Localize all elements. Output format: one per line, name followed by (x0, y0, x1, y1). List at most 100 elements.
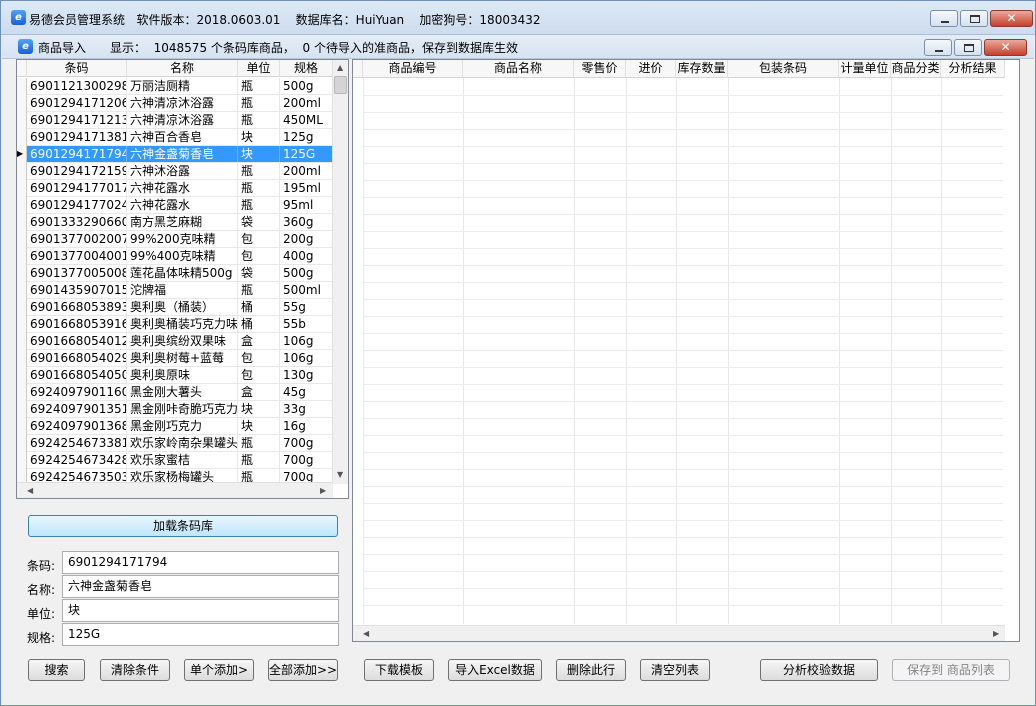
save-to-product-list-button[interactable]: 保存到 商品列表 (892, 659, 1010, 681)
barcode-cell[interactable]: 6901377002007 (27, 231, 127, 247)
column-header-analysis-result[interactable]: 分析结果 (941, 60, 1005, 77)
close-button[interactable]: ✕ (990, 10, 1033, 27)
column-header-retail-price[interactable]: 零售价 (574, 60, 626, 77)
unit-cell[interactable]: 瓶 (238, 112, 280, 128)
name-field[interactable]: 六神金盏菊香皂 (62, 575, 339, 598)
spec-cell[interactable]: 200ml (280, 95, 333, 111)
name-cell[interactable]: 欢乐家岭南杂果罐头 (127, 435, 238, 451)
row-header[interactable] (17, 78, 27, 95)
name-cell[interactable]: 六神百合香皂 (127, 129, 238, 145)
spec-cell[interactable]: 500g (280, 265, 333, 281)
table-row[interactable]: 6901668053916 奥利奥桶装巧克力味桶 55b (17, 316, 333, 333)
unit-cell[interactable]: 瓶 (238, 163, 280, 179)
load-barcode-library-button[interactable]: 加载条码库 (28, 515, 338, 537)
name-cell[interactable]: 奥利奥缤纷双果味 (127, 333, 238, 349)
table-row[interactable]: 6924097901351 黑金刚咔奇脆巧克力块 33g (17, 401, 333, 418)
table-row[interactable]: 6901294177017 六神花露水瓶 195ml (17, 180, 333, 197)
unit-cell[interactable]: 瓶 (238, 78, 280, 94)
barcode-cell[interactable]: 6901121300298 (27, 78, 127, 94)
unit-cell[interactable]: 瓶 (238, 95, 280, 111)
barcode-cell[interactable]: 6901377004001 (27, 248, 127, 264)
column-header-unit[interactable]: 计量单位 (839, 60, 891, 77)
spec-cell[interactable]: 45g (280, 384, 333, 400)
spec-field[interactable]: 125G (62, 623, 339, 646)
name-cell[interactable]: 奥利奥树莓+蓝莓 (127, 350, 238, 366)
name-cell[interactable]: 六神清凉沐浴露 (127, 112, 238, 128)
delete-row-button[interactable]: 删除此行 (556, 659, 626, 681)
table-row[interactable]: 6901668054050 奥利奥原味包 130g (17, 367, 333, 384)
import-excel-button[interactable]: 导入Excel数据 (448, 659, 542, 681)
column-header-name[interactable]: 名称 (127, 60, 238, 77)
spec-cell[interactable]: 55b (280, 316, 333, 332)
column-header-unit[interactable]: 单位 (238, 60, 280, 77)
name-cell[interactable]: 六神金盏菊香皂 (127, 146, 238, 162)
unit-cell[interactable]: 瓶 (238, 197, 280, 213)
name-cell[interactable]: 奥利奥桶装巧克力味 (127, 316, 238, 332)
barcode-cell[interactable]: 6901333290660 (27, 214, 127, 230)
barcode-cell[interactable]: 6901294171213 (27, 112, 127, 128)
barcode-cell[interactable]: 6924097901351 (27, 401, 127, 417)
barcode-library-grid[interactable]: 条码 名称 单位 规格 6901121300298 万丽洁厕精瓶 500g 69012… (16, 59, 349, 499)
column-header-stock-qty[interactable]: 库存数量 (676, 60, 728, 77)
analyze-data-button[interactable]: 分析校验数据 (760, 659, 878, 681)
spec-cell[interactable]: 106g (280, 350, 333, 366)
table-row[interactable]: 6901121300298 万丽洁厕精瓶 500g (17, 78, 333, 95)
right-grid-horizontal-scrollbar[interactable]: ◀ ▶ (353, 625, 1005, 641)
column-header-barcode[interactable]: 条码 (27, 60, 127, 77)
row-header[interactable] (17, 231, 27, 248)
table-row[interactable]: 6901294171381 六神百合香皂块 125g (17, 129, 333, 146)
spec-cell[interactable]: 500g (280, 78, 333, 94)
row-header[interactable] (17, 129, 27, 146)
row-header[interactable] (17, 197, 27, 214)
table-row[interactable]: 6901435907015 沱牌福瓶 500ml (17, 282, 333, 299)
unit-cell[interactable]: 瓶 (238, 452, 280, 468)
spec-cell[interactable]: 500ml (280, 282, 333, 298)
unit-cell[interactable]: 桶 (238, 316, 280, 332)
table-row[interactable]: ▶ 6901294171794 六神金盏菊香皂块 125G (17, 146, 333, 163)
unit-cell[interactable]: 包 (238, 231, 280, 247)
row-header[interactable] (17, 333, 27, 350)
maximize-button[interactable] (960, 10, 988, 27)
unit-cell[interactable]: 块 (238, 401, 280, 417)
table-row[interactable]: 6901668053893 奥利奥（桶装）桶 55g (17, 299, 333, 316)
name-cell[interactable]: 六神花露水 (127, 180, 238, 196)
barcode-cell[interactable]: 6901377005008 (27, 265, 127, 281)
column-header-product-code[interactable]: 商品编号 (363, 60, 463, 77)
row-header[interactable] (17, 95, 27, 112)
table-row[interactable]: 6901668054012 奥利奥缤纷双果味盒 106g (17, 333, 333, 350)
row-header[interactable] (17, 452, 27, 469)
row-header[interactable] (17, 265, 27, 282)
name-cell[interactable]: 99%400克味精 (127, 248, 238, 264)
table-row[interactable]: 6901294171206 六神清凉沐浴露瓶 200ml (17, 95, 333, 112)
row-header[interactable] (17, 282, 27, 299)
row-header[interactable] (17, 384, 27, 401)
row-header[interactable] (17, 163, 27, 180)
unit-cell[interactable]: 包 (238, 367, 280, 383)
minimize-button[interactable] (930, 10, 958, 27)
table-row[interactable]: 6901294172159 六神沐浴露瓶 200ml (17, 163, 333, 180)
name-cell[interactable]: 99%200克味精 (127, 231, 238, 247)
spec-cell[interactable]: 125G (280, 146, 333, 162)
row-header[interactable] (17, 401, 27, 418)
search-button[interactable]: 搜索 (28, 659, 85, 681)
scroll-thumb[interactable] (334, 76, 347, 94)
import-preview-grid[interactable]: 商品编号 商品名称 零售价 进价 库存数量 包装条码 计量单位 商品分类 分析结… (352, 59, 1020, 642)
unit-cell[interactable]: 盒 (238, 384, 280, 400)
name-cell[interactable]: 奥利奥（桶装） (127, 299, 238, 315)
spec-cell[interactable]: 95ml (280, 197, 333, 213)
row-header[interactable] (17, 248, 27, 265)
clear-conditions-button[interactable]: 清除条件 (100, 659, 170, 681)
column-header-category[interactable]: 商品分类 (891, 60, 941, 77)
scroll-right-icon[interactable]: ▶ (320, 486, 326, 496)
spec-cell[interactable]: 200ml (280, 163, 333, 179)
scroll-right-icon[interactable]: ▶ (993, 629, 999, 639)
unit-cell[interactable]: 袋 (238, 214, 280, 230)
barcode-cell[interactable]: 6901668053893 (27, 299, 127, 315)
unit-cell[interactable]: 桶 (238, 299, 280, 315)
spec-cell[interactable]: 700g (280, 452, 333, 468)
unit-cell[interactable]: 包 (238, 248, 280, 264)
row-header[interactable] (17, 418, 27, 435)
unit-cell[interactable]: 袋 (238, 265, 280, 281)
name-cell[interactable]: 黑金刚咔奇脆巧克力 (127, 401, 238, 417)
name-cell[interactable]: 六神花露水 (127, 197, 238, 213)
